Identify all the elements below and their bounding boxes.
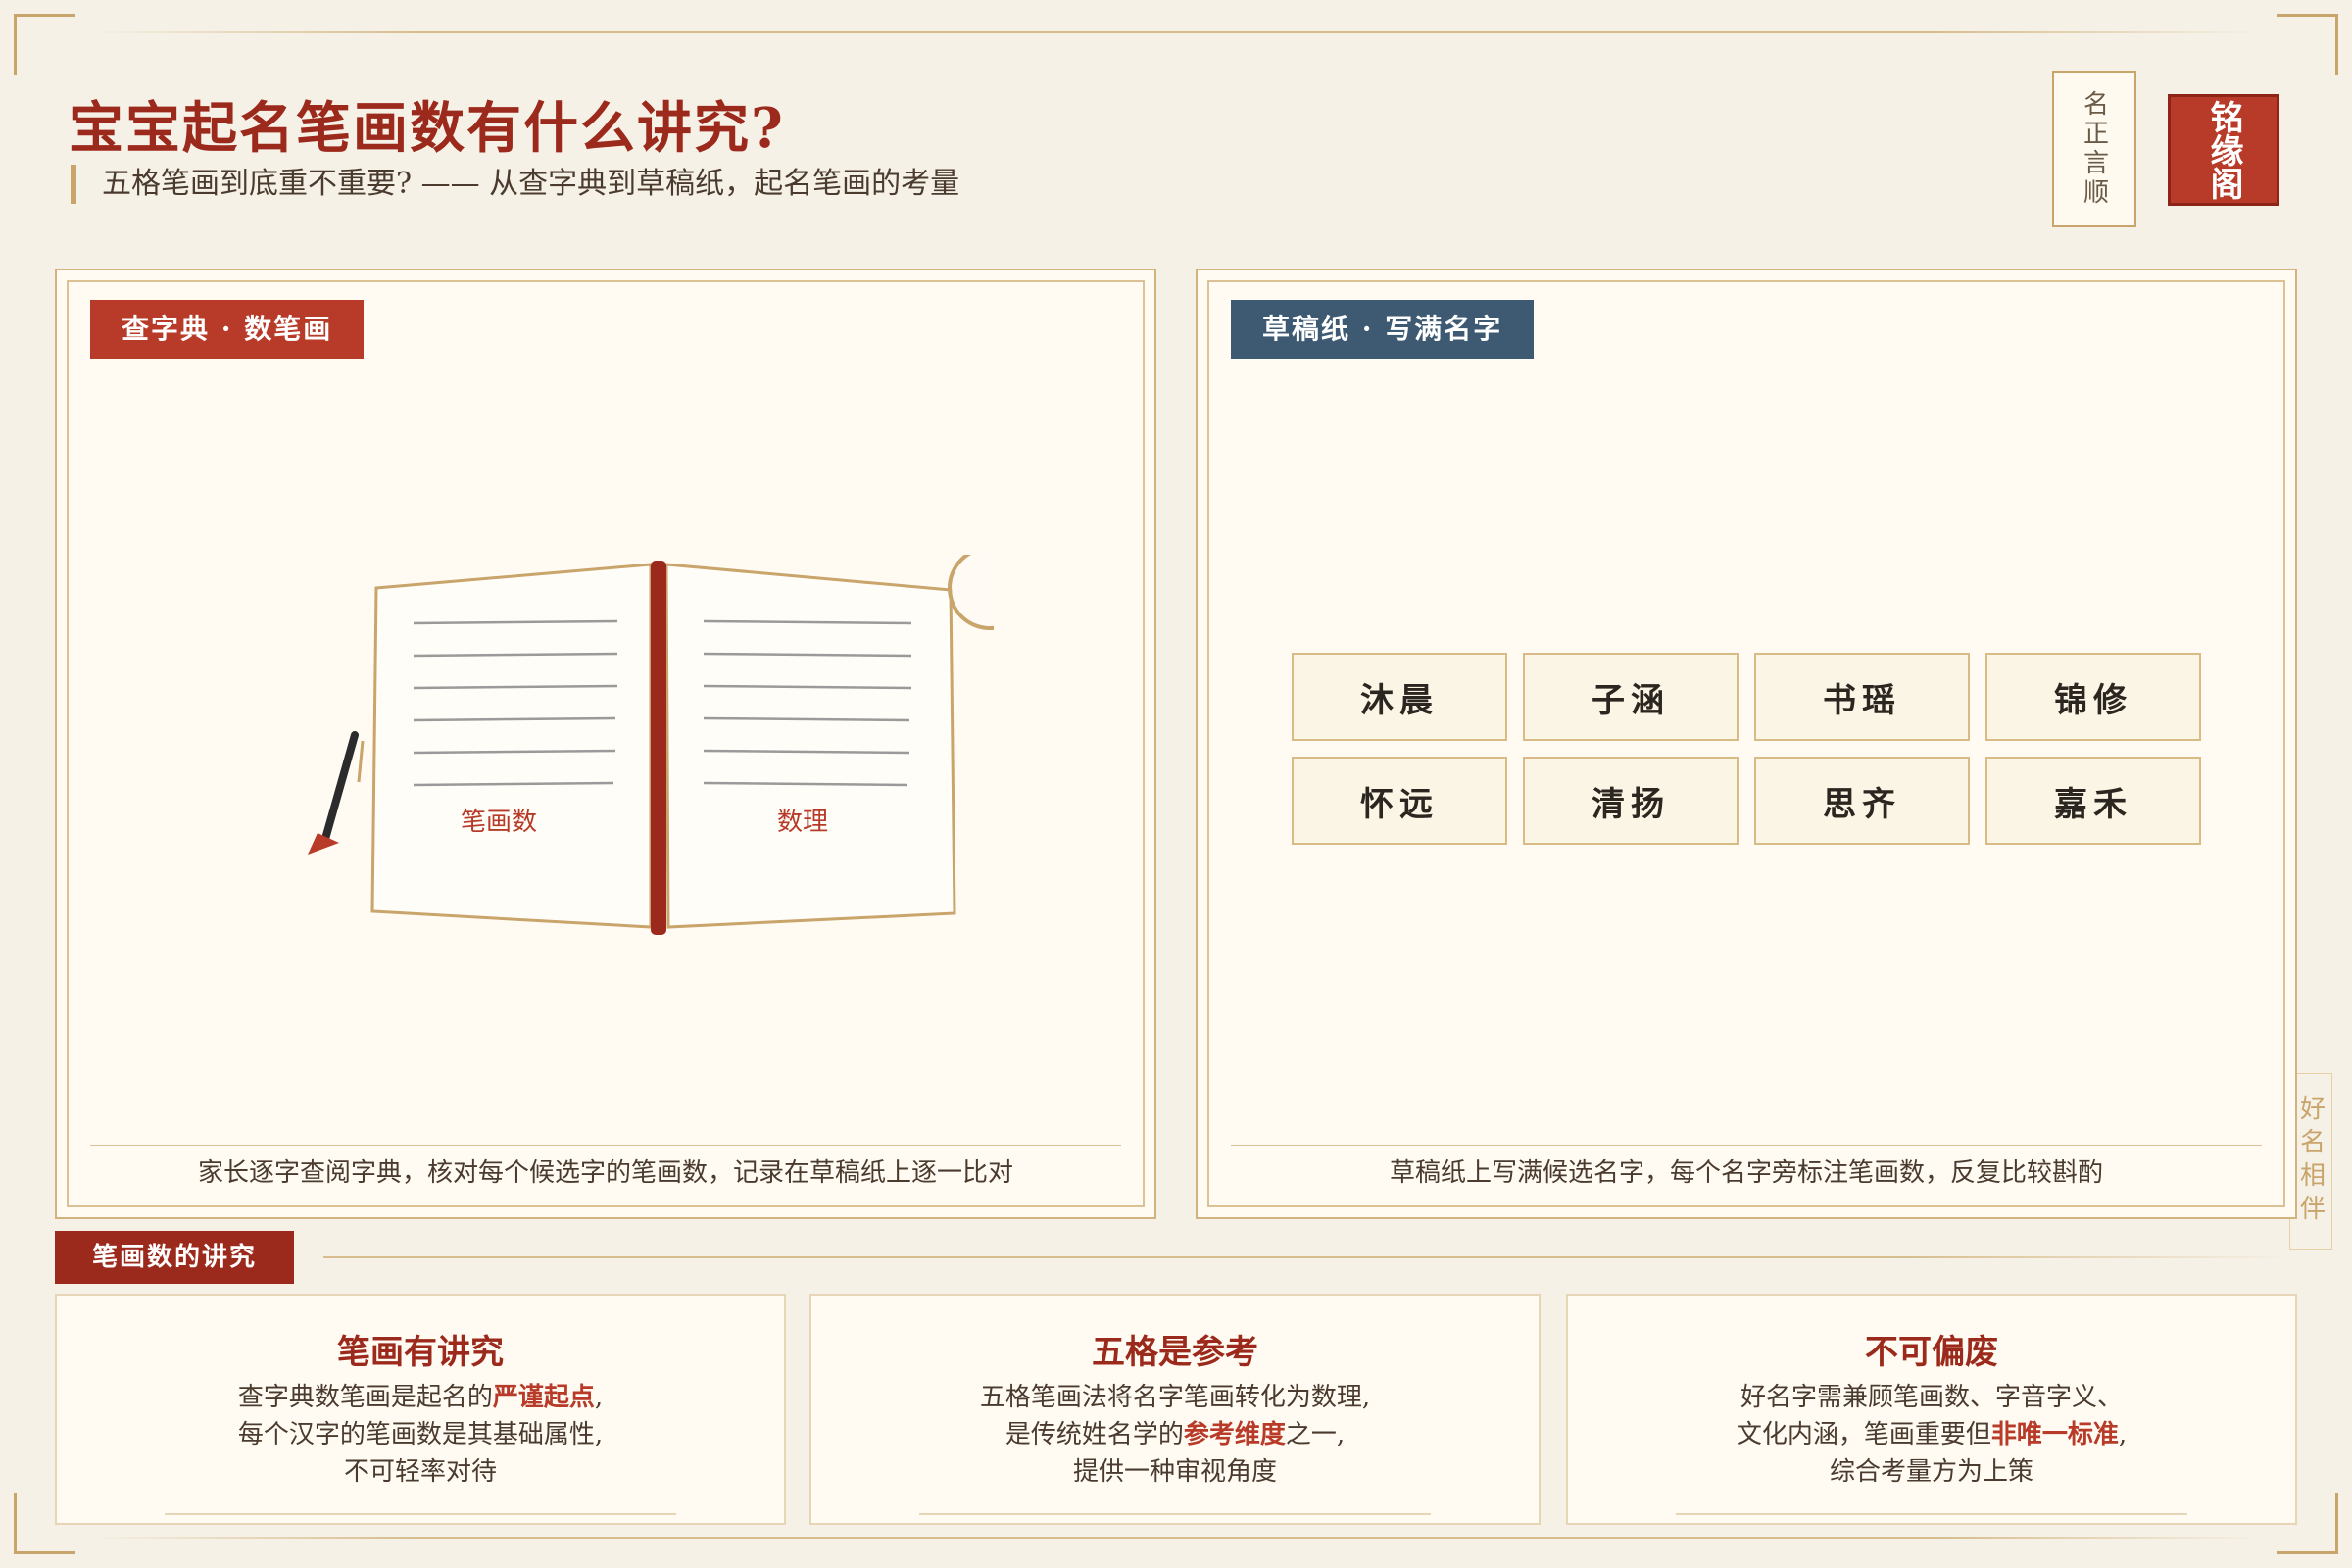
name-card: 沐晨 [1292, 653, 1507, 741]
dictionary-panel-tag: 查字典 · 数笔画 [90, 300, 365, 359]
name-card: 书瑶 [1754, 653, 1970, 741]
top-divider [88, 31, 2264, 33]
section-title: 笔画数的讲究 [55, 1231, 295, 1284]
card-title: 五格是参考 [1092, 1333, 1258, 1372]
bottom-divider [88, 1537, 2264, 1539]
card-text: 查字典数笔画是起名的 [237, 1383, 493, 1412]
card-text: , [2118, 1420, 2128, 1449]
draft-panel-tag: 草稿纸 · 写满名字 [1231, 300, 1535, 359]
name-card: 嘉禾 [1985, 757, 2201, 845]
name-card: 思齐 [1754, 757, 1970, 845]
card-text: 文化内涵，笔画重要但 [1736, 1420, 1991, 1449]
card-bottom-rule [165, 1513, 676, 1515]
card-text: , [594, 1383, 604, 1412]
pen-icon [308, 731, 365, 855]
card-line: 每个汉字的笔画数是其基础属性, [237, 1420, 604, 1449]
open-dictionary-illustration: 笔画数 数理 [308, 555, 994, 935]
dictionary-caption-divider [90, 1145, 1121, 1146]
name-card: 清扬 [1523, 757, 1739, 845]
card-bottom-rule [1676, 1513, 2187, 1515]
card-line: 是传统姓名学的参考维度之一, [811, 1416, 1539, 1453]
draft-caption: 草稿纸上写满候选名字，每个名字旁标注笔画数，反复比较斟酌 [1389, 1158, 2103, 1188]
brand-seal: 铭缘阁 [2168, 94, 2279, 206]
magnifier-icon [948, 555, 994, 630]
dictionary-panel: 查字典 · 数笔画 笔画数 数理 家长逐字查阅字典，核对每个候选字的笔画数，记录… [55, 269, 1156, 1219]
book-left-label: 笔画数 [461, 808, 537, 837]
page-title: 宝宝起名笔画数有什么讲究? [69, 96, 785, 161]
motto-seal: 名正言顺 [2052, 71, 2136, 227]
card-text: 是传统姓名学的 [1004, 1420, 1184, 1449]
name-card: 子涵 [1523, 653, 1739, 741]
draft-panel: 草稿纸 · 写满名字 沐晨 子涵 书瑶 锦修 怀远 清扬 思齐 嘉禾 草稿纸上写… [1196, 269, 2297, 1219]
card-line: 查字典数笔画是起名的严谨起点, [57, 1379, 784, 1416]
info-card-wuge: 五格是参考 五格笔画法将名字笔画转化为数理, 是传统姓名学的参考维度之一, 提供… [809, 1294, 1541, 1525]
info-card-balance: 不可偏废 好名字需兼顾笔画数、字音字义、 文化内涵，笔画重要但非唯一标准, 综合… [1566, 1294, 2297, 1525]
card-line: 提供一种审视角度 [1072, 1457, 1277, 1487]
corner-ornament-top-left [14, 14, 75, 75]
book-left-page [370, 563, 653, 929]
card-line: 五格笔画法将名字笔画转化为数理, [979, 1383, 1371, 1412]
page-subtitle: 五格笔画到底重不重要? —— 从查字典到草稿纸，起名笔画的考量 [71, 165, 959, 204]
book-spine [651, 561, 666, 935]
card-line: 文化内涵，笔画重要但非唯一标准, [1568, 1416, 2295, 1453]
info-card-strokes: 笔画有讲究 查字典数笔画是起名的严谨起点, 每个汉字的笔画数是其基础属性, 不可… [55, 1294, 786, 1525]
dictionary-caption: 家长逐字查阅字典，核对每个候选字的笔画数，记录在草稿纸上逐一比对 [197, 1158, 1013, 1188]
card-highlight: 严谨起点 [492, 1383, 595, 1412]
book-right-label: 数理 [777, 808, 828, 837]
section-divider [323, 1256, 2293, 1258]
name-card: 锦修 [1985, 653, 2201, 741]
card-highlight: 参考维度 [1183, 1420, 1286, 1449]
card-text: 之一, [1285, 1420, 1346, 1449]
card-line: 综合考量方为上策 [1829, 1457, 2034, 1487]
draft-caption-divider [1231, 1145, 2262, 1146]
candidate-names-grid: 沐晨 子涵 书瑶 锦修 怀远 清扬 思齐 嘉禾 [1292, 653, 2203, 845]
card-line: 好名字需兼顾笔画数、字音字义、 [1740, 1383, 2123, 1412]
card-title: 不可偏废 [1865, 1333, 1998, 1372]
name-card: 怀远 [1292, 757, 1507, 845]
card-highlight: 非唯一标准 [1990, 1420, 2119, 1449]
card-title: 笔画有讲究 [337, 1333, 504, 1372]
card-line: 不可轻率对待 [343, 1457, 497, 1487]
card-bottom-rule [919, 1513, 1431, 1515]
book-right-page [664, 563, 956, 929]
corner-ornament-top-right [2277, 14, 2338, 75]
